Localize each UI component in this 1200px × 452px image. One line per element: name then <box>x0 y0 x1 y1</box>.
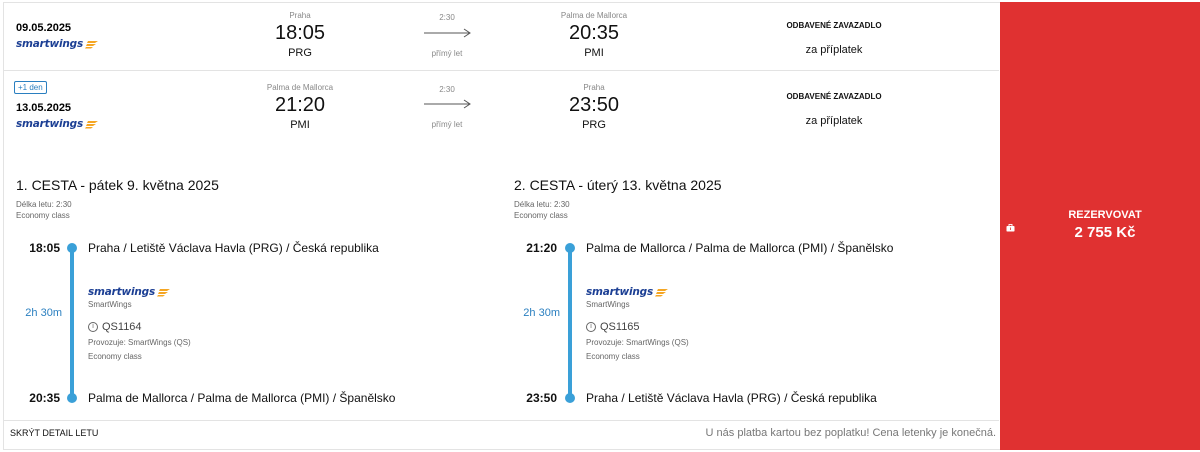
dep-place: Palma de Mallorca / Palma de Mallorca (P… <box>586 241 894 255</box>
inbound-baggage-note: za příplatek <box>805 115 863 127</box>
leg-length: Délka letu: 2:30 <box>514 200 570 209</box>
leg-title: 2. CESTA - úterý 13. května 2025 <box>514 177 722 193</box>
timeline-line <box>70 247 74 397</box>
footer-divider <box>3 420 999 421</box>
info-icon[interactable]: i <box>88 322 98 332</box>
suitcase-icon <box>1006 224 1015 232</box>
dep-time: 21:20 <box>526 241 557 255</box>
leg-title: 1. CESTA - pátek 9. května 2025 <box>16 177 219 193</box>
inbound-dep-time: 21:20 <box>274 94 326 116</box>
airline-logo: smartwings <box>88 286 171 298</box>
flight-number[interactable]: i QS1165 <box>586 321 640 333</box>
smartwings-wing-icon <box>655 288 669 296</box>
arrow-right-icon <box>424 99 471 109</box>
price: 2 755 Kč <box>1074 224 1136 241</box>
airline-logo: smartwings <box>16 118 99 130</box>
inbound-stops: přímý let <box>431 120 463 129</box>
inbound-arr-time: 23:50 <box>568 94 620 116</box>
outbound-duration: 2:30 <box>439 13 455 22</box>
inbound-dep-iata: PMI <box>290 119 310 131</box>
smartwings-wing-icon <box>85 120 99 128</box>
inbound-arr-iata: PRG <box>582 119 606 131</box>
outbound-stops: přímý let <box>431 49 463 58</box>
arr-place: Palma de Mallorca / Palma de Mallorca (P… <box>88 391 396 405</box>
operated-by: Provozuje: SmartWings (QS) <box>88 338 191 347</box>
timeline-line <box>568 247 572 397</box>
smartwings-wing-icon <box>85 40 99 48</box>
smartwings-wing-icon <box>157 288 171 296</box>
outbound-date: 09.05.2025 <box>16 22 72 34</box>
airline-name: SmartWings <box>586 300 630 309</box>
segment-duration: 2h 30m <box>523 307 560 319</box>
arr-time: 20:35 <box>29 391 60 405</box>
next-day-badge: +1 den <box>14 81 47 94</box>
outbound-arr-iata: PMI <box>584 47 604 59</box>
airline-logo: smartwings <box>586 286 669 298</box>
outbound-dep-city: Praha <box>289 11 311 20</box>
info-icon[interactable]: i <box>586 322 596 332</box>
book-button[interactable]: REZERVOVAT 2 755 Kč <box>1000 2 1200 450</box>
timeline-dot <box>67 243 77 253</box>
inbound-baggage-title: ODBAVENÉ ZAVAZADLO <box>786 92 882 101</box>
arr-time: 23:50 <box>526 391 557 405</box>
operated-by: Provozuje: SmartWings (QS) <box>586 338 689 347</box>
outbound-dep-iata: PRG <box>288 47 312 59</box>
segment-duration: 2h 30m <box>25 307 62 319</box>
outbound-arr-time: 20:35 <box>568 22 620 44</box>
dep-time: 18:05 <box>29 241 60 255</box>
segment-class: Economy class <box>88 352 142 361</box>
outbound-baggage-note: za příplatek <box>805 44 863 56</box>
segment-class: Economy class <box>586 352 640 361</box>
payment-note: U nás platba kartou bez poplatku! Cena l… <box>705 427 996 439</box>
row-divider <box>3 70 999 71</box>
outbound-dep-time: 18:05 <box>274 22 326 44</box>
leg-cabin: Economy class <box>514 211 568 220</box>
arr-place: Praha / Letiště Václava Havla (PRG) / Če… <box>586 391 877 405</box>
timeline-dot <box>565 243 575 253</box>
inbound-date: 13.05.2025 <box>16 102 72 114</box>
inbound-arr-city: Praha <box>583 83 605 92</box>
airline-name: SmartWings <box>88 300 132 309</box>
airline-logo: smartwings <box>16 38 99 50</box>
timeline-dot <box>565 393 575 403</box>
outbound-arr-city: Palma de Mallorca <box>560 11 628 20</box>
outbound-baggage-title: ODBAVENÉ ZAVAZADLO <box>786 21 882 30</box>
inbound-duration: 2:30 <box>439 85 455 94</box>
book-button-label: REZERVOVAT <box>1068 209 1142 221</box>
leg-length: Délka letu: 2:30 <box>16 200 72 209</box>
arrow-right-icon <box>424 28 471 38</box>
timeline-dot <box>67 393 77 403</box>
inbound-dep-city: Palma de Mallorca <box>266 83 334 92</box>
hide-detail-link[interactable]: SKRÝT DETAIL LETU <box>10 428 98 438</box>
flight-number[interactable]: i QS1164 <box>88 321 142 333</box>
dep-place: Praha / Letiště Václava Havla (PRG) / Če… <box>88 241 379 255</box>
leg-cabin: Economy class <box>16 211 70 220</box>
